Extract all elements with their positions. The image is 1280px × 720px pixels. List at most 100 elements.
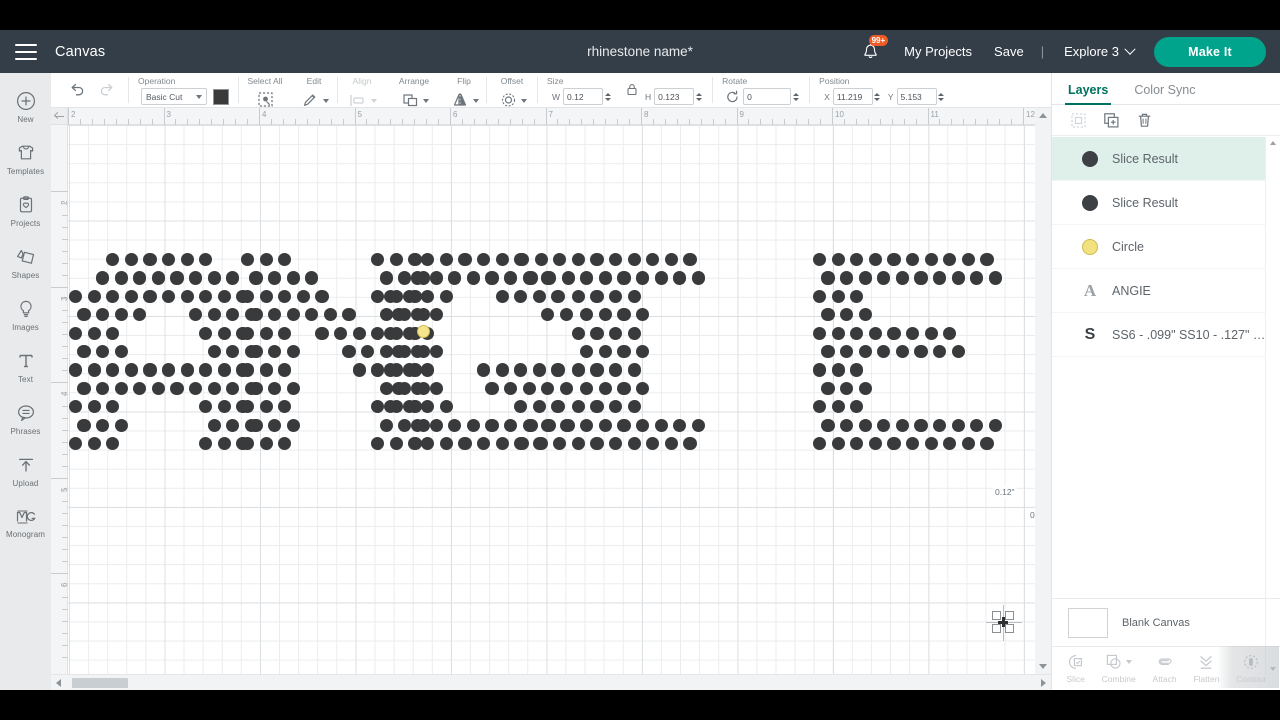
combine-button[interactable]: Combine (1102, 653, 1136, 684)
ruler-major-tick (927, 108, 929, 125)
my-projects-link[interactable]: My Projects (893, 44, 983, 59)
machine-selector[interactable]: Explore 3 (1050, 43, 1142, 59)
blank-canvas-row[interactable]: Blank Canvas (1052, 598, 1280, 646)
ruler-minor-tick (617, 119, 619, 125)
flip-button[interactable] (449, 88, 471, 108)
attach-button[interactable]: Attach (1153, 653, 1177, 684)
chevron-down-icon[interactable] (473, 98, 479, 103)
ruler-minor-tick (891, 119, 893, 125)
size-group: Size W 0.12 (538, 73, 621, 108)
redo-button[interactable] (95, 78, 119, 102)
size-height-stepper[interactable] (694, 88, 703, 105)
layer-row[interactable]: S SS6 - .099" SS10 - .127" SS... (1052, 313, 1266, 357)
scroll-up-arrow-icon[interactable] (1039, 113, 1047, 118)
rail-item-monogram[interactable]: Monogram (0, 497, 51, 549)
size-width-input[interactable]: 0.12 (563, 88, 604, 105)
scroll-right-arrow-icon[interactable] (1041, 679, 1046, 687)
ruler-minor-tick (235, 119, 237, 125)
ruler-minor-tick (62, 596, 68, 598)
save-button[interactable]: Save (983, 44, 1035, 59)
arrange-button[interactable] (399, 88, 421, 108)
ruler-minor-tick (664, 119, 666, 125)
ruler-horizontal: 2 3 4 5 6 7 8 9 10 11 12 (51, 108, 1051, 125)
ruler-origin-corner[interactable] (51, 108, 68, 125)
position-y-label: Y (887, 91, 894, 102)
rail-item-new[interactable]: New (0, 81, 51, 133)
rail-item-phrases[interactable]: Phrases (0, 393, 51, 445)
ruler-minor-tick (999, 119, 1001, 125)
operation-color-swatch[interactable] (213, 88, 229, 105)
duplicate-icon[interactable] (1103, 112, 1120, 129)
selected-object-handles[interactable] (992, 611, 1014, 633)
position-x-input[interactable]: 11.219 (832, 88, 873, 105)
contour-button[interactable]: Contour (1236, 653, 1267, 684)
ruler-minor-tick (62, 561, 68, 563)
offset-button[interactable] (497, 88, 519, 108)
rail-item-upload[interactable]: Upload (0, 445, 51, 497)
ruler-minor-tick (497, 119, 499, 125)
ruler-minor-tick (62, 429, 68, 431)
ruler-major-tick (51, 191, 68, 192)
menu-hamburger-icon[interactable] (15, 43, 37, 60)
ruler-minor-tick (676, 119, 678, 125)
scroll-down-arrow-icon[interactable] (1039, 664, 1047, 669)
size-height-input[interactable]: 0.123 (654, 88, 695, 105)
layer-list[interactable]: Slice Result Slice Result Circle A ANGIE S SS6… (1052, 137, 1266, 622)
canvas-row-label: Blank Canvas (1122, 616, 1190, 629)
ruler-minor-tick (62, 298, 68, 300)
chevron-down-icon[interactable] (323, 98, 329, 103)
edit-button[interactable] (299, 88, 321, 108)
rail-item-text[interactable]: Text (0, 341, 51, 393)
ruler-minor-tick (569, 119, 571, 125)
undo-icon (71, 83, 84, 96)
rail-item-templates[interactable]: Templates (0, 133, 51, 185)
make-it-button[interactable]: Make It (1154, 36, 1266, 67)
position-y-input[interactable]: 5.153 (896, 88, 937, 105)
ruler-minor-tick (700, 119, 702, 125)
canvas-scrollbar-horizontal[interactable] (51, 674, 1051, 690)
rotate-input[interactable]: 0 (743, 88, 792, 105)
ruler-minor-tick (843, 119, 845, 125)
layer-color-swatch-icon (1080, 238, 1100, 255)
layer-row[interactable]: Circle (1052, 225, 1266, 269)
undo-button[interactable] (65, 78, 89, 102)
ruler-minor-tick (879, 119, 881, 125)
chevron-down-icon[interactable] (521, 98, 527, 103)
ruler-tick-label: 6 (453, 110, 458, 119)
canvas-scrollbar-vertical[interactable] (1035, 108, 1051, 674)
position-x-stepper[interactable] (873, 88, 882, 105)
ruler-minor-tick (414, 119, 416, 125)
layer-row[interactable]: A ANGIE (1052, 269, 1266, 313)
ruler-minor-tick (724, 119, 726, 125)
scroll-left-arrow-icon[interactable] (56, 679, 61, 687)
ruler-minor-tick (103, 119, 105, 125)
rail-item-projects[interactable]: Projects (0, 185, 51, 237)
size-width-stepper[interactable] (603, 88, 612, 105)
chevron-down-icon[interactable] (423, 98, 429, 103)
position-y-stepper[interactable] (937, 88, 946, 105)
select-all-button[interactable] (254, 88, 276, 108)
group-icon (1070, 112, 1087, 129)
tab-layers[interactable]: Layers (1064, 83, 1112, 105)
tab-color-sync[interactable]: Color Sync (1134, 83, 1195, 104)
slice-button[interactable]: Slice (1066, 653, 1085, 684)
layer-row[interactable]: Slice Result (1052, 137, 1266, 181)
chevron-down-icon[interactable] (1126, 660, 1133, 664)
flatten-button[interactable]: Flatten (1193, 653, 1219, 684)
scrollbar-thumb[interactable] (72, 678, 128, 688)
scroll-up-arrow-icon[interactable] (1270, 141, 1276, 145)
rail-item-shapes[interactable]: Shapes (0, 237, 51, 289)
design-canvas[interactable]: 0.12" 0.123" 23456789101112 23456 175% (51, 108, 1051, 690)
layers-scrollbar[interactable] (1265, 137, 1280, 675)
delete-icon[interactable] (1136, 112, 1153, 129)
notifications-button[interactable]: 99+ (855, 34, 889, 67)
operation-select[interactable]: Basic Cut (141, 88, 207, 105)
layer-tools-bar: Slice Combine Attach Flatten Contour (1052, 646, 1280, 690)
rotate-stepper[interactable] (791, 88, 800, 105)
ruler-minor-tick (62, 620, 68, 622)
ruler-minor-tick (820, 119, 822, 125)
rail-item-images[interactable]: Images (0, 289, 51, 341)
layer-row[interactable]: Slice Result (1052, 181, 1266, 225)
ruler-minor-tick (79, 119, 81, 125)
ruler-minor-tick (62, 405, 68, 407)
